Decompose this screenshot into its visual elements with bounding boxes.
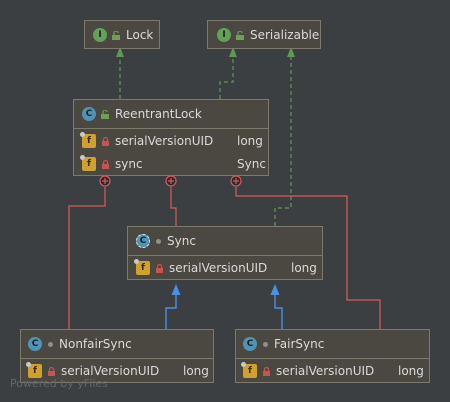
unlock-icon (112, 30, 120, 40)
lock-icon (102, 159, 109, 169)
field-name: serialVersionUID (61, 364, 160, 378)
field-icon: f (80, 155, 96, 171)
package-private-icon (156, 238, 161, 244)
field-row[interactable]: f serialVersionUID long (236, 361, 429, 381)
class-nonfairsync-node[interactable]: C NonfairSync f serialVersionUID long (20, 329, 214, 383)
edge-sync-implements-serializable (274, 47, 295, 226)
inner-class-marker (99, 175, 111, 187)
field-type: long (291, 261, 317, 275)
class-fairsync-node[interactable]: C FairSync f serialVersionUID long (235, 329, 430, 383)
interface-icon: I (217, 28, 231, 42)
class-icon: C (28, 337, 42, 351)
inner-class-marker (230, 175, 242, 187)
field-type: Sync (237, 157, 266, 171)
field-type: long (237, 134, 263, 148)
package-private-icon (263, 341, 268, 347)
interface-serializable-node[interactable]: I Serializable (207, 20, 321, 49)
field-name: serialVersionUID (115, 134, 214, 148)
class-icon: C (243, 337, 257, 351)
field-row[interactable]: f sync Sync (74, 154, 268, 174)
lock-icon (263, 366, 270, 376)
class-title: Sync (167, 234, 196, 248)
field-name: sync (115, 157, 143, 171)
inner-class-marker (165, 175, 177, 187)
lock-icon (102, 136, 109, 146)
class-icon: C (82, 107, 96, 121)
edge-fairsync-extends-sync (270, 284, 283, 329)
field-row[interactable]: f serialVersionUID long (128, 258, 322, 278)
edge-reentrantlock-inner-sync (170, 187, 177, 226)
class-title: NonfairSync (59, 337, 132, 351)
field-name: serialVersionUID (276, 364, 375, 378)
field-type: long (183, 364, 209, 378)
edge-reentrantlock-inner-nonfairsync (68, 187, 106, 329)
class-title: ReentrantLock (115, 107, 202, 121)
interface-icon: I (93, 28, 107, 42)
package-private-icon (48, 341, 53, 347)
field-icon: f (134, 259, 150, 275)
class-title: FairSync (274, 337, 325, 351)
lock-icon (156, 263, 163, 273)
field-icon: f (80, 132, 96, 148)
field-name: serialVersionUID (169, 261, 268, 275)
unlock-icon (101, 109, 109, 119)
field-row[interactable]: f serialVersionUID long (74, 131, 268, 151)
interface-lock-node[interactable]: I Lock (84, 20, 160, 49)
powered-by-watermark: Powered by yFiles (10, 377, 108, 390)
abstract-class-icon: C (136, 234, 150, 248)
class-reentrantlock-node[interactable]: C ReentrantLock f serialVersionUID long … (73, 99, 269, 176)
field-type: long (398, 364, 424, 378)
class-sync-node[interactable]: C Sync f serialVersionUID long (127, 226, 323, 280)
field-icon: f (26, 362, 42, 378)
lock-icon (48, 366, 55, 376)
class-title: Serializable (250, 28, 320, 42)
field-icon: f (241, 362, 257, 378)
edge-nonfairsync-extends-sync (165, 284, 181, 329)
unlock-icon (236, 30, 244, 40)
edge-reentrantlock-implements-serializable (219, 47, 237, 99)
class-title: Lock (126, 28, 154, 42)
